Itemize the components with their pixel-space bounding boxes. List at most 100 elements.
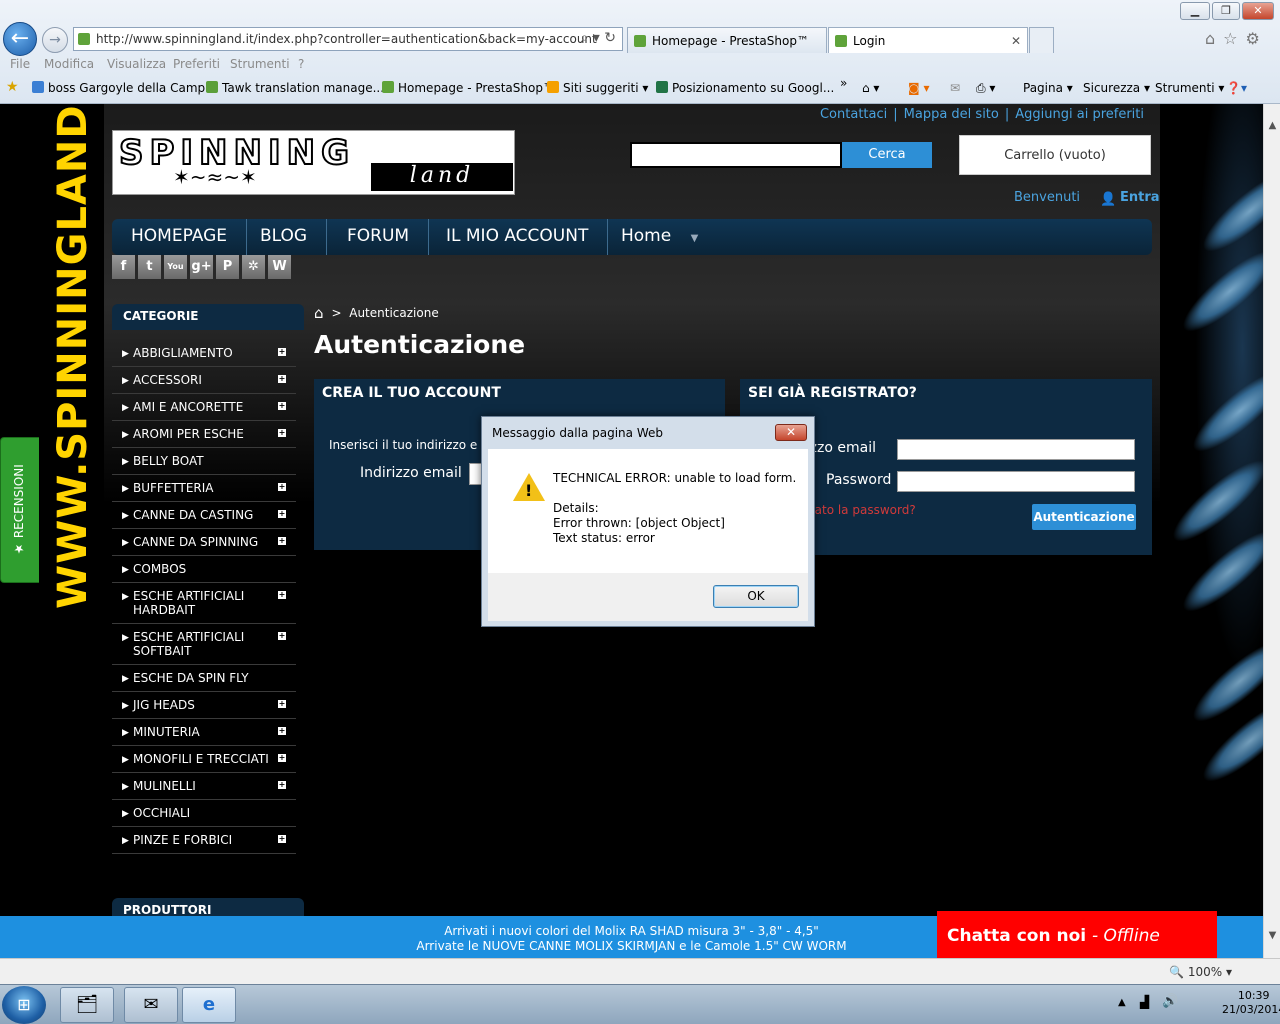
search-button[interactable]: Cerca bbox=[842, 142, 932, 168]
menu-strumenti[interactable]: Strumenti bbox=[230, 57, 290, 71]
forgot-password-link[interactable]: ticato la password? bbox=[800, 503, 916, 517]
scroll-up-icon[interactable]: ▲ bbox=[1266, 120, 1279, 134]
home-icon[interactable]: ⌂ ▾ bbox=[862, 81, 879, 95]
expand-plus-icon[interactable]: + bbox=[278, 754, 286, 762]
yelp-icon[interactable]: ✲ bbox=[242, 255, 265, 279]
print-icon[interactable]: ⎙ ▾ bbox=[976, 81, 995, 96]
youtube-icon[interactable]: You bbox=[164, 255, 187, 279]
back-button[interactable]: ← bbox=[3, 22, 37, 56]
menu-visualizza[interactable]: Visualizza bbox=[107, 57, 166, 71]
link-mappa[interactable]: Mappa del sito bbox=[904, 107, 999, 122]
search-refresh-icon[interactable]: ⌕ ▾ ↻ bbox=[581, 30, 617, 46]
dialog-close-button[interactable]: ✕ bbox=[775, 424, 807, 441]
menu-sicurezza[interactable]: Sicurezza ▾ bbox=[1083, 81, 1150, 95]
expand-plus-icon[interactable]: + bbox=[278, 402, 286, 410]
menu-pagina[interactable]: Pagina ▾ bbox=[1023, 81, 1073, 95]
category-item[interactable]: ▶ ESCHE ARTIFICIALI HARDBAIT + bbox=[112, 583, 296, 624]
expand-plus-icon[interactable]: + bbox=[278, 632, 286, 640]
expand-plus-icon[interactable]: + bbox=[278, 835, 286, 843]
forward-button[interactable]: → bbox=[42, 27, 68, 53]
expand-plus-icon[interactable]: + bbox=[278, 429, 286, 437]
expand-plus-icon[interactable]: + bbox=[278, 348, 286, 356]
close-window-button[interactable]: ✕ bbox=[1242, 2, 1274, 20]
category-item[interactable]: ▶ ESCHE DA SPIN FLY bbox=[112, 665, 296, 692]
mail-icon[interactable]: ✉ bbox=[950, 81, 960, 95]
twitter-icon[interactable]: t bbox=[138, 255, 161, 279]
search-input[interactable] bbox=[630, 142, 842, 168]
login-password-input[interactable] bbox=[897, 471, 1135, 492]
reviews-tab[interactable]: ★ RECENSIONI bbox=[0, 437, 39, 583]
pinterest-icon[interactable]: P bbox=[216, 255, 239, 279]
favorite-item[interactable]: boss Gargoyle della Camp... bbox=[32, 81, 217, 95]
category-item[interactable]: ▶ AMI E ANCORETTE + bbox=[112, 394, 296, 421]
category-item[interactable]: ▶ ACCESSORI + bbox=[112, 367, 296, 394]
menu-modifica[interactable]: Modifica bbox=[44, 57, 94, 71]
expand-plus-icon[interactable]: + bbox=[278, 537, 286, 545]
zoom-level[interactable]: 🔍 100% ▾ bbox=[1169, 965, 1232, 979]
expand-plus-icon[interactable]: + bbox=[278, 591, 286, 599]
maximize-button[interactable]: ❐ bbox=[1212, 2, 1240, 20]
expand-plus-icon[interactable]: + bbox=[278, 781, 286, 789]
ie-taskbar-icon[interactable]: e bbox=[182, 987, 236, 1023]
page-scrollbar[interactable]: ▲ ▼ bbox=[1263, 104, 1280, 958]
chat-widget[interactable]: Chatta con noi - Offline bbox=[937, 911, 1217, 961]
ok-button[interactable]: OK bbox=[713, 585, 799, 608]
network-icon[interactable]: ▟ bbox=[1140, 995, 1149, 1009]
category-item[interactable]: ▶ CANNE DA CASTING + bbox=[112, 502, 296, 529]
favorite-item[interactable]: Homepage - PrestaShop™ bbox=[382, 81, 555, 95]
expand-plus-icon[interactable]: + bbox=[278, 375, 286, 383]
category-item[interactable]: ▶ PINZE E FORBICI + bbox=[112, 827, 296, 854]
category-item[interactable]: ▶ ESCHE ARTIFICIALI SOFTBAIT + bbox=[112, 624, 296, 665]
category-item[interactable]: ▶ BELLY BOAT bbox=[112, 448, 296, 475]
link-contattaci[interactable]: Contattaci bbox=[820, 107, 887, 122]
cart-box[interactable]: Carrello (vuoto) bbox=[959, 135, 1151, 175]
nav-home-dropdown[interactable]: Home ▼ bbox=[602, 219, 717, 255]
favorite-item[interactable]: Siti suggeriti ▾ bbox=[547, 81, 648, 95]
clock[interactable]: 10:39 21/03/2014 bbox=[1222, 989, 1280, 1017]
tray-arrow-icon[interactable]: ▲ bbox=[1118, 997, 1126, 1008]
expand-plus-icon[interactable]: + bbox=[278, 483, 286, 491]
home-star-gear-icon[interactable]: ⌂☆⚙ bbox=[1205, 29, 1268, 48]
menu-preferiti[interactable]: Preferiti bbox=[173, 57, 220, 71]
expand-plus-icon[interactable]: + bbox=[278, 700, 286, 708]
explorer-taskbar-icon[interactable]: 🗂 bbox=[60, 987, 114, 1023]
site-logo[interactable]: SPINNING ✶~≈~✶ land bbox=[112, 130, 515, 195]
favorites-star-icon[interactable]: ★ bbox=[6, 79, 19, 95]
login-link[interactable]: Entra bbox=[1120, 190, 1160, 205]
category-item[interactable]: ▶ MINUTERIA + bbox=[112, 719, 296, 746]
category-item[interactable]: ▶ MULINELLI + bbox=[112, 773, 296, 800]
minimize-button[interactable]: ▁ bbox=[1180, 2, 1210, 20]
tab-login[interactable]: Login ✕ bbox=[828, 27, 1028, 53]
menu-file[interactable]: File bbox=[10, 57, 30, 71]
category-item[interactable]: ▶ COMBOS bbox=[112, 556, 296, 583]
category-item[interactable]: ▶ MONOFILI E TRECCIATI + bbox=[112, 746, 296, 773]
more-favorites-icon[interactable]: » bbox=[840, 76, 847, 90]
nav-blog[interactable]: BLOG bbox=[241, 219, 328, 255]
login-button[interactable]: Autenticazione bbox=[1032, 504, 1136, 530]
category-item[interactable]: ▶ CANNE DA SPINNING + bbox=[112, 529, 296, 556]
expand-plus-icon[interactable]: + bbox=[278, 727, 286, 735]
category-item[interactable]: ▶ BUFFETTERIA + bbox=[112, 475, 296, 502]
category-item[interactable]: ▶ JIG HEADS + bbox=[112, 692, 296, 719]
help-icon[interactable]: ❓▾ bbox=[1226, 81, 1247, 95]
nav-homepage[interactable]: HOMEPAGE bbox=[112, 219, 247, 255]
tab-close-icon[interactable]: ✕ bbox=[1011, 28, 1021, 54]
favorite-item[interactable]: Posizionamento su Googl... bbox=[656, 81, 834, 95]
address-bar[interactable]: http://www.spinningland.it/index.php?con… bbox=[73, 27, 623, 51]
facebook-icon[interactable]: f bbox=[112, 255, 135, 279]
rss-icon[interactable]: ◙ ▾ bbox=[908, 81, 929, 95]
nav-forum[interactable]: FORUM bbox=[328, 219, 430, 255]
expand-plus-icon[interactable]: + bbox=[278, 510, 286, 518]
home-icon[interactable]: ⌂ bbox=[314, 304, 324, 322]
menu-strumenti-cmd[interactable]: Strumenti ▾ bbox=[1155, 81, 1224, 95]
new-tab-button[interactable] bbox=[1029, 27, 1054, 53]
start-button[interactable]: ⊞ bbox=[2, 986, 46, 1024]
tab-homepage[interactable]: Homepage - PrestaShop™ bbox=[627, 27, 827, 53]
wordpress-icon[interactable]: W bbox=[268, 255, 291, 279]
scroll-down-icon[interactable]: ▼ bbox=[1266, 930, 1279, 944]
nav-account[interactable]: IL MIO ACCOUNT bbox=[427, 219, 609, 255]
menu-help[interactable]: ? bbox=[298, 57, 304, 71]
category-item[interactable]: ▶ ABBIGLIAMENTO + bbox=[112, 340, 296, 367]
thunderbird-taskbar-icon[interactable]: ✉ bbox=[124, 987, 178, 1023]
login-email-input[interactable] bbox=[897, 439, 1135, 460]
